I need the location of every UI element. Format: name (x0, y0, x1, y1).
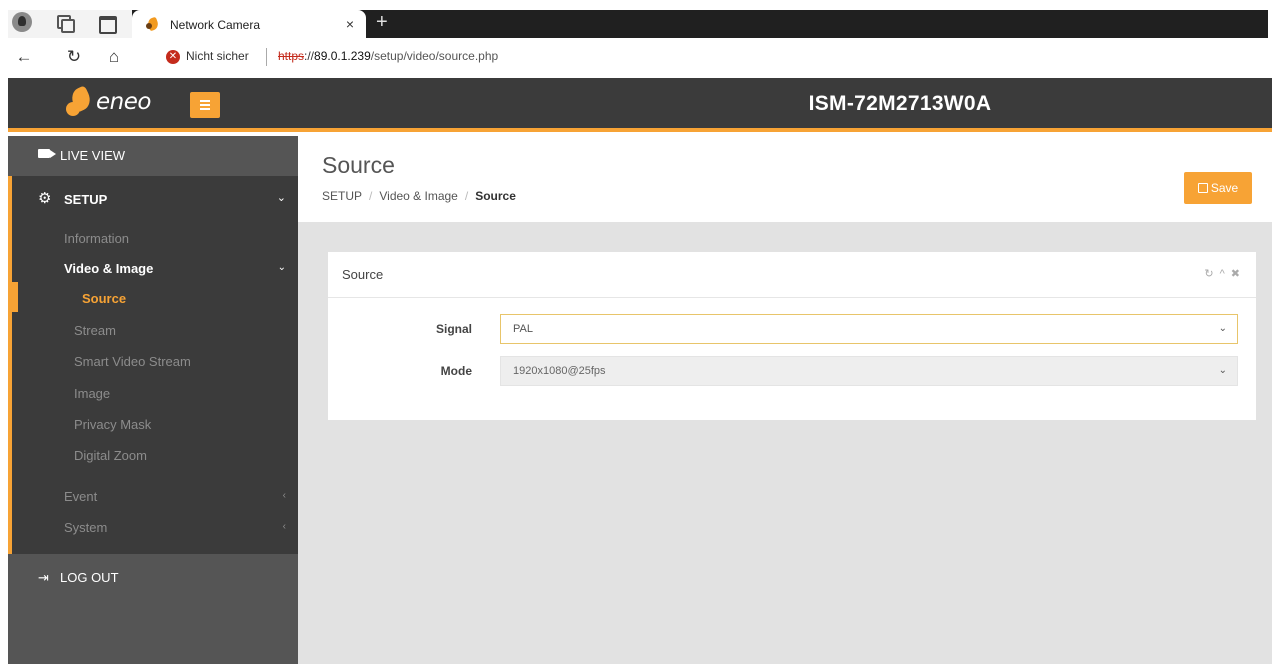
mode-select[interactable]: 1920x1080@25fps ⌄ (500, 356, 1238, 386)
refresh-icon[interactable]: ↻ (1204, 268, 1215, 280)
signal-row: Signal PAL ⌄ (328, 314, 1256, 344)
sidebar-item-label: SETUP (64, 192, 108, 207)
reload-icon[interactable]: ↻ (64, 47, 84, 67)
tab-title: Network Camera (170, 18, 261, 32)
gears-icon: ⚙ (38, 190, 52, 207)
chevron-down-icon: ⌄ (1218, 365, 1227, 376)
url-protocol: https (278, 49, 305, 63)
mode-label: Mode (440, 364, 472, 378)
floppy-disk-icon (1197, 183, 1208, 193)
eneo-favicon-icon (146, 17, 160, 31)
page-header: Source SETUP / Video & Image / Source Save (298, 136, 1272, 222)
signal-select[interactable]: PAL ⌄ (500, 314, 1238, 344)
sidebar-item-label: Stream (74, 323, 116, 338)
browser-tab-strip: Network Camera × + (0, 0, 1272, 40)
close-icon[interactable]: ✖ (1231, 268, 1242, 280)
sidebar-item-video-image[interactable]: Video & Image ⌄ (12, 254, 298, 284)
save-label: Save (1210, 181, 1239, 195)
chevron-down-icon: ⌄ (1218, 323, 1227, 334)
sidebar: LIVE VIEW ⚙ SETUP ⌄ Information Video & … (8, 136, 298, 664)
sidebar-item-label: LOG OUT (60, 570, 119, 585)
sidebar-item-information[interactable]: Information (12, 224, 298, 254)
panel-title: Source (342, 267, 384, 282)
sidebar-item-event[interactable]: Event ‹ (12, 482, 298, 512)
signal-label: Signal (435, 322, 472, 336)
panel-header: Source ↻ ^ ✖ (328, 252, 1256, 298)
sidebar-item-smart-video-stream[interactable]: Smart Video Stream (12, 347, 298, 377)
new-tab-button[interactable]: + (376, 10, 388, 34)
breadcrumb-item-setup[interactable]: SETUP (322, 189, 362, 203)
browser-address-row: ← ↻ ⌂ ✕ Nicht sicher https://89.0.1.239/… (0, 40, 1272, 76)
sidebar-item-label: Digital Zoom (74, 448, 147, 463)
sidebar-item-label: Source (82, 291, 127, 306)
tab-close-icon[interactable]: × (346, 16, 354, 32)
sidebar-item-label: LIVE VIEW (60, 148, 126, 163)
breadcrumb-separator: / (369, 189, 373, 203)
sidebar-item-live-view[interactable]: LIVE VIEW (8, 136, 298, 176)
sidebar-item-label: Smart Video Stream (74, 354, 191, 369)
sign-out-icon: ⇥ (38, 570, 49, 585)
address-url[interactable]: https://89.0.1.239/setup/video/source.ph… (278, 49, 498, 63)
main-content: Source SETUP / Video & Image / Source Save S… (298, 136, 1272, 664)
chevron-left-icon: ‹ (282, 521, 286, 532)
sidebar-item-digital-zoom[interactable]: Digital Zoom (12, 441, 298, 471)
source-panel: Source ↻ ^ ✖ Signal PAL ⌄ Mode 1920x1080@2… (328, 252, 1256, 420)
chevron-left-icon: ‹ (282, 490, 286, 501)
sidebar-item-setup[interactable]: ⚙ SETUP ⌄ (12, 176, 298, 224)
sidebar-item-label: Event (64, 489, 98, 504)
tab-actions-icon[interactable] (96, 12, 117, 34)
sidebar-item-system[interactable]: System ‹ (12, 513, 298, 543)
collections-icon[interactable] (54, 12, 75, 33)
sidebar-item-privacy-mask[interactable]: Privacy Mask (12, 410, 298, 440)
back-arrow-icon[interactable]: ← (14, 47, 34, 67)
breadcrumb-separator: / (464, 189, 469, 203)
page-title: Source (322, 152, 395, 178)
address-divider (266, 48, 267, 66)
sidebar-item-source[interactable]: Source (12, 284, 298, 314)
save-button[interactable]: Save (1184, 172, 1252, 204)
signal-value: PAL (513, 323, 533, 335)
profile-icon[interactable] (12, 12, 32, 32)
app-header: eneo ISM-72M2713W0A (8, 78, 1272, 132)
chevron-down-icon: ⌄ (277, 262, 286, 273)
sidebar-item-stream[interactable]: Stream (12, 316, 298, 346)
device-name: ISM-72M2713W0A (808, 92, 992, 115)
collapse-icon[interactable]: ^ (1220, 268, 1227, 280)
sidebar-item-logout[interactable]: ⇥ LOG OUT (8, 554, 298, 664)
mode-value: 1920x1080@25fps (513, 365, 606, 377)
mode-row: Mode 1920x1080@25fps ⌄ (328, 356, 1256, 386)
not-secure-icon[interactable]: ✕ (166, 50, 180, 64)
breadcrumb-item-video-image[interactable]: Video & Image (379, 189, 458, 203)
sidebar-item-label: System (64, 520, 108, 535)
browser-tab-network-camera[interactable]: Network Camera × (132, 10, 366, 40)
sidebar-item-label: Video & Image (64, 261, 154, 276)
breadcrumb: SETUP / Video & Image / Source (322, 189, 516, 203)
chevron-down-icon: ⌄ (276, 192, 286, 204)
url-separator: :// (304, 49, 315, 63)
home-icon[interactable]: ⌂ (104, 47, 124, 67)
breadcrumb-item-source: Source (475, 189, 516, 203)
video-camera-icon (38, 149, 56, 158)
url-path: /setup/video/source.php (370, 49, 499, 63)
sidebar-item-label: Privacy Mask (74, 417, 152, 432)
sidebar-item-image[interactable]: Image (12, 379, 298, 409)
sidebar-item-label: Image (74, 386, 111, 401)
security-label[interactable]: Nicht sicher (186, 49, 249, 63)
sidebar-item-label: Information (64, 231, 130, 246)
url-host: 89.0.1.239 (314, 49, 371, 63)
panel-tools: ↻ ^ ✖ (1200, 267, 1242, 280)
device-name-container: ISM-72M2713W0A (8, 92, 1272, 116)
